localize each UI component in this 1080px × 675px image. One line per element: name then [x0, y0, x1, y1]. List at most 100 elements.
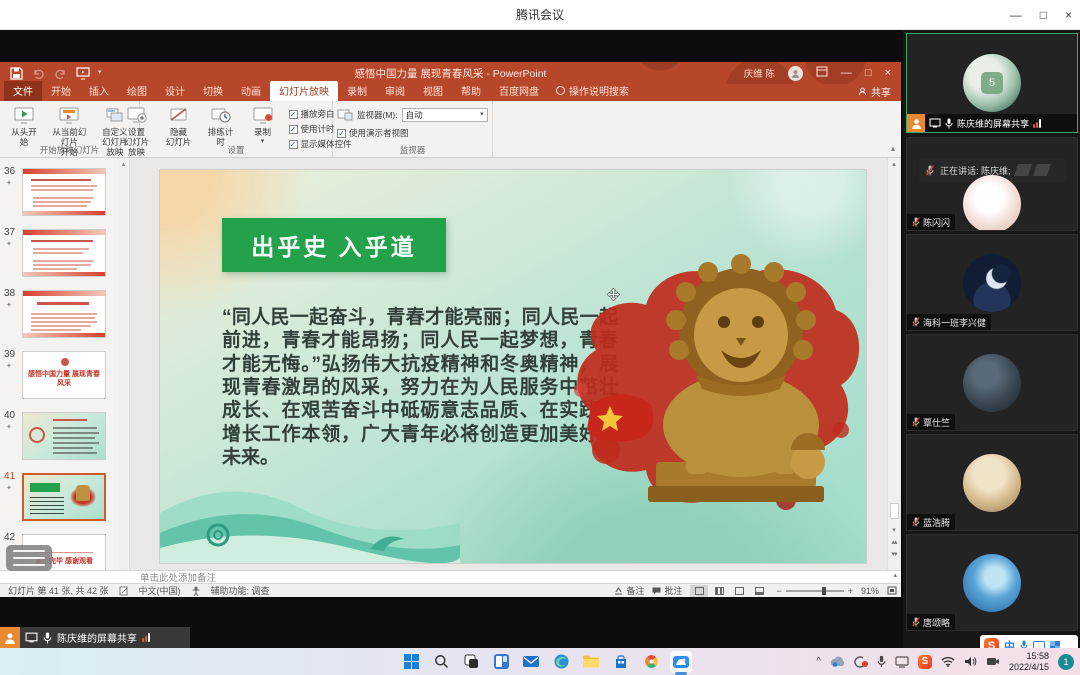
ribbon-display-options-icon[interactable]	[816, 66, 828, 80]
collapse-ribbon-icon[interactable]: ▴	[891, 144, 895, 153]
tab-baidu-netdisk[interactable]: 百度网盘	[490, 81, 548, 101]
next-slide-button[interactable]: ▾▾	[888, 550, 900, 558]
notes-pane[interactable]: 单击此处添加备注 ▴	[0, 570, 901, 583]
meeting-floating-widget[interactable]	[6, 545, 52, 571]
sogou-tray-icon[interactable]: S	[918, 655, 932, 669]
slide-39-thumb[interactable]: 感悟中国力量 展现青春风采	[22, 351, 106, 399]
thumbnail-scrollbar[interactable]: ▴	[119, 158, 128, 570]
tab-draw[interactable]: 绘图	[118, 81, 156, 101]
scrollbar-thumb[interactable]	[890, 503, 899, 519]
zoom-out-button[interactable]: −	[776, 586, 781, 596]
notes-toggle-button[interactable]: 备注	[614, 584, 644, 597]
tab-home[interactable]: 开始	[42, 81, 80, 101]
speaker-icon[interactable]	[964, 656, 977, 667]
ppt-minimize-button[interactable]: —	[841, 67, 852, 79]
camera-tray-icon[interactable]	[986, 656, 1000, 667]
slide-37-thumb[interactable]	[22, 229, 106, 277]
comments-toggle-button[interactable]: 批注	[652, 584, 682, 597]
tab-record[interactable]: 录制	[338, 81, 376, 101]
slide-vertical-scrollbar[interactable]: ▴ ▾ ▴▴ ▾▾	[887, 158, 900, 570]
spell-check-icon[interactable]	[119, 586, 129, 596]
maximize-button[interactable]: □	[1040, 8, 1047, 22]
tab-animations[interactable]: 动画	[232, 81, 270, 101]
file-explorer-icon[interactable]	[580, 651, 602, 673]
recording-tray-icon[interactable]	[854, 656, 868, 668]
cloud-tray-icon[interactable]	[830, 656, 845, 667]
thumbnail-item-selected[interactable]: 41✦	[0, 471, 120, 527]
normal-view-button[interactable]	[690, 585, 708, 597]
thumbnail-item[interactable]: 36✦	[0, 166, 120, 222]
pinwheel-app-icon[interactable]	[640, 651, 662, 673]
record-button[interactable]: 录制 ▾	[243, 103, 283, 147]
redo-icon[interactable]	[54, 67, 67, 80]
reading-view-button[interactable]	[730, 585, 748, 597]
scroll-down-icon[interactable]: ▾	[888, 526, 900, 534]
save-icon[interactable]	[10, 67, 23, 80]
language-label[interactable]: 中文(中国)	[139, 584, 181, 597]
notes-resize-arrows[interactable]: ▴	[893, 571, 897, 579]
microsoft-store-icon[interactable]	[610, 651, 632, 673]
slide-41-editing-surface[interactable]: 出乎史 入乎道 “同人民一起奋斗，青春才能亮丽；同人民一起前进，青春才能昂扬；同…	[160, 170, 866, 563]
mail-icon[interactable]	[520, 651, 542, 673]
video-tile[interactable]: 正在讲话: 陈庆维; 陈闪闪	[906, 137, 1078, 231]
slide-title-box[interactable]: 出乎史 入乎道	[222, 218, 446, 272]
monitor-select[interactable]: 自动▾	[402, 108, 488, 122]
start-slideshow-icon[interactable]	[76, 67, 89, 80]
tab-slideshow-active[interactable]: 幻灯片放映	[270, 81, 338, 101]
tab-help[interactable]: 帮助	[452, 81, 490, 101]
zoom-in-button[interactable]: +	[848, 586, 853, 596]
close-button[interactable]: ×	[1065, 8, 1072, 22]
widgets-icon[interactable]	[490, 651, 512, 673]
thumbnail-item[interactable]: 39✦ 感悟中国力量 展现青春风采	[0, 349, 120, 405]
edge-browser-icon[interactable]	[550, 651, 572, 673]
tab-file[interactable]: 文件	[4, 81, 42, 101]
ppt-close-button[interactable]: ×	[885, 67, 891, 79]
video-tile-screen-share[interactable]: 5 陈庆维的屏幕共享	[906, 33, 1078, 133]
slideshow-view-button[interactable]	[750, 585, 768, 597]
task-view-icon[interactable]	[460, 651, 482, 673]
tab-insert[interactable]: 插入	[80, 81, 118, 101]
tab-review[interactable]: 审阅	[376, 81, 414, 101]
tab-design[interactable]: 设计	[156, 81, 194, 101]
ppt-account-avatar[interactable]	[788, 66, 803, 81]
ppt-account-name[interactable]: 庆维 陈	[744, 66, 775, 80]
scroll-up-icon[interactable]: ▴	[888, 160, 900, 168]
minimize-button[interactable]: —	[1010, 8, 1022, 22]
notes-placeholder[interactable]: 单击此处添加备注	[0, 570, 216, 584]
slide-38-thumb[interactable]	[22, 290, 106, 338]
qat-dropdown-icon[interactable]: ▾	[98, 71, 102, 75]
fit-to-window-icon[interactable]	[887, 586, 897, 595]
slide-41-thumb[interactable]	[22, 473, 106, 521]
video-tile[interactable]: 覃仕竺	[906, 334, 1078, 431]
screen-share-indicator[interactable]: 陈庆维的屏幕共享	[0, 627, 190, 648]
video-tile[interactable]: 蓝浩腾	[906, 434, 1078, 531]
video-tile[interactable]: 唐颂略	[906, 534, 1078, 631]
previous-slide-button[interactable]: ▴▴	[888, 538, 900, 546]
thumbnail-item[interactable]: 38✦	[0, 288, 120, 344]
notification-count-badge[interactable]: 1	[1058, 654, 1074, 670]
wifi-icon[interactable]	[941, 656, 955, 667]
thumbnail-item[interactable]: 40✦	[0, 410, 120, 466]
video-tile[interactable]: 海科一班李兴健	[906, 234, 1078, 331]
zoom-percentage[interactable]: 91%	[861, 586, 879, 596]
start-button[interactable]	[400, 651, 422, 673]
tray-clock[interactable]: 15:582022/4/15	[1009, 651, 1049, 672]
zoom-slider-thumb[interactable]	[822, 587, 826, 595]
slide-40-thumb[interactable]	[22, 412, 106, 460]
cast-tray-icon[interactable]	[895, 656, 909, 668]
thumbnail-item[interactable]: 37✦	[0, 227, 120, 283]
tray-expand-icon[interactable]: ^	[816, 656, 821, 667]
mic-tray-icon[interactable]	[877, 655, 886, 668]
tab-view[interactable]: 视图	[414, 81, 452, 101]
share-button[interactable]: 共享	[858, 84, 891, 99]
slide-36-thumb[interactable]	[22, 168, 106, 216]
search-icon[interactable]	[430, 651, 452, 673]
ppt-restore-button[interactable]: □	[865, 67, 872, 79]
slide-sorter-view-button[interactable]	[710, 585, 728, 597]
accessibility-label[interactable]: 辅助功能: 调查	[211, 584, 270, 597]
undo-icon[interactable]	[32, 67, 45, 80]
zoom-slider[interactable]	[786, 590, 844, 592]
tab-transitions[interactable]: 切换	[194, 81, 232, 101]
tell-me-search[interactable]: 操作说明搜索	[548, 81, 637, 101]
use-presenter-view-checkbox[interactable]: 使用演示者视图	[337, 127, 409, 139]
